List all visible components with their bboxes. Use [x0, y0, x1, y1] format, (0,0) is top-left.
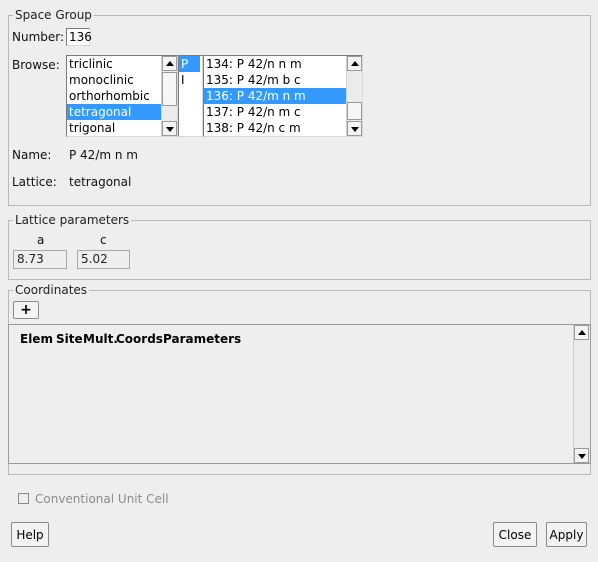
- scroll-up-arrow-icon[interactable]: [347, 56, 362, 71]
- column-header-mult: Mult.: [83, 332, 118, 346]
- scroll-up-arrow-icon[interactable]: [574, 325, 589, 340]
- space-group-item[interactable]: 135: P 42/m b c: [204, 72, 362, 88]
- add-coordinate-button[interactable]: +: [13, 301, 39, 319]
- lattice-parameters-panel: Lattice parameters: [8, 213, 591, 280]
- close-button[interactable]: Close: [493, 522, 537, 547]
- coordinates-table[interactable]: Elem Site Mult. Coords Parameters: [8, 324, 591, 464]
- centering-item-selected[interactable]: P: [179, 56, 200, 72]
- column-header-coords: Coords: [116, 332, 163, 346]
- scroll-up-arrow-icon[interactable]: [162, 56, 177, 71]
- scroll-thumb[interactable]: [347, 102, 362, 120]
- coordinates-legend: Coordinates: [15, 283, 88, 297]
- browse-label: Browse:: [12, 58, 60, 72]
- name-label: Name:: [12, 148, 52, 162]
- space-group-legend: Space Group: [15, 8, 92, 22]
- space-group-item[interactable]: 137: P 42/n m c: [204, 104, 362, 120]
- space-group-number-input[interactable]: 136: [66, 28, 92, 46]
- param-a-field[interactable]: 8.73: [13, 250, 67, 269]
- column-header-site: Site: [56, 332, 83, 346]
- centering-item[interactable]: I: [179, 72, 202, 88]
- crystal-system-list[interactable]: triclinic monoclinic orthorhombic tetrag…: [66, 55, 178, 137]
- centering-list[interactable]: P I: [178, 55, 203, 137]
- scroll-down-arrow-icon[interactable]: [574, 448, 589, 463]
- apply-button[interactable]: Apply: [546, 522, 587, 547]
- scroll-thumb[interactable]: [162, 72, 177, 106]
- plus-icon: +: [20, 302, 32, 318]
- param-c-label: c: [100, 233, 107, 247]
- conventional-unit-cell-label[interactable]: Conventional Unit Cell: [35, 492, 169, 506]
- help-button[interactable]: Help: [11, 522, 49, 547]
- space-group-item-selected[interactable]: 136: P 42/m n m: [204, 88, 346, 104]
- scroll-down-arrow-icon[interactable]: [347, 121, 362, 136]
- crystal-system-scrollbar[interactable]: [161, 56, 177, 136]
- conventional-unit-cell-checkbox[interactable]: [18, 493, 29, 504]
- param-c-field[interactable]: 5.02: [77, 250, 130, 269]
- param-a-label: a: [37, 233, 45, 247]
- column-header-elem: Elem: [20, 332, 53, 346]
- column-header-parameters: Parameters: [163, 332, 242, 346]
- name-value: P 42/m n m: [69, 148, 138, 162]
- scroll-down-arrow-icon[interactable]: [162, 121, 177, 136]
- number-label: Number:: [12, 30, 65, 44]
- lattice-parameters-legend: Lattice parameters: [15, 213, 130, 227]
- lattice-label: Lattice:: [12, 175, 57, 189]
- space-group-item[interactable]: 138: P 42/n c m: [204, 120, 362, 136]
- coordinates-scrollbar[interactable]: [573, 325, 590, 463]
- lattice-value: tetragonal: [69, 175, 132, 189]
- space-group-item[interactable]: 134: P 42/n n m: [204, 56, 362, 72]
- space-group-list[interactable]: 134: P 42/n n m 135: P 42/m b c 136: P 4…: [203, 55, 363, 137]
- space-group-scrollbar[interactable]: [346, 56, 362, 136]
